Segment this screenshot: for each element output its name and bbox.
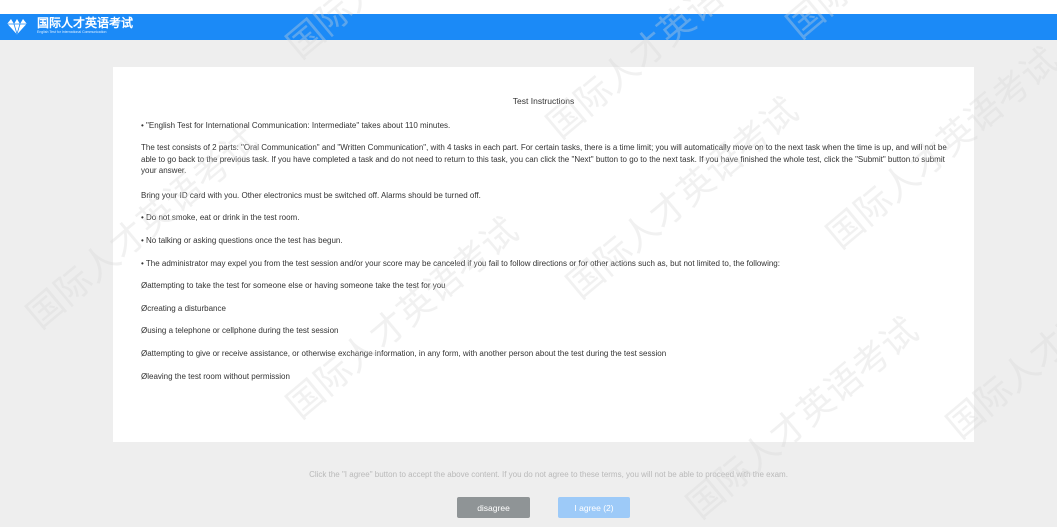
instruction-item: • "English Test for International Commun… xyxy=(141,121,451,130)
instruction-subitem: Øattempting to give or receive assistanc… xyxy=(141,349,667,358)
brand-subtitle: English Test for International Communica… xyxy=(37,30,107,34)
instruction-item: Bring your ID card with you. Other elect… xyxy=(141,191,481,200)
instruction-subitem: Øcreating a disturbance xyxy=(141,304,226,313)
app-header: 国际人才英语考试 English Test for International … xyxy=(0,14,1057,40)
instruction-subitem: Øusing a telephone or cellphone during t… xyxy=(141,326,339,335)
agreement-note: Click the "I agree" button to accept the… xyxy=(309,470,788,479)
diamond-logo-icon xyxy=(7,19,27,35)
instruction-item: • Do not smoke, eat or drink in the test… xyxy=(141,213,300,222)
instructions-title: Test Instructions xyxy=(512,96,575,106)
instruction-item: The test consists of 2 parts: "Oral Comm… xyxy=(141,143,947,175)
agree-button[interactable]: I agree (2) xyxy=(558,497,630,518)
brand-title: 国际人才英语考试 xyxy=(37,16,134,30)
instruction-subitem: Øleaving the test room without permissio… xyxy=(141,372,290,381)
disagree-button[interactable]: disagree xyxy=(457,497,530,518)
instruction-subitem: Øattempting to take the test for someone… xyxy=(141,281,446,290)
instruction-item: • No talking or asking questions once th… xyxy=(141,236,343,245)
top-strip xyxy=(0,0,1057,14)
instruction-item: • The administrator may expel you from t… xyxy=(141,259,780,268)
instructions-card: Test Instructions • "English Test for In… xyxy=(113,67,974,442)
